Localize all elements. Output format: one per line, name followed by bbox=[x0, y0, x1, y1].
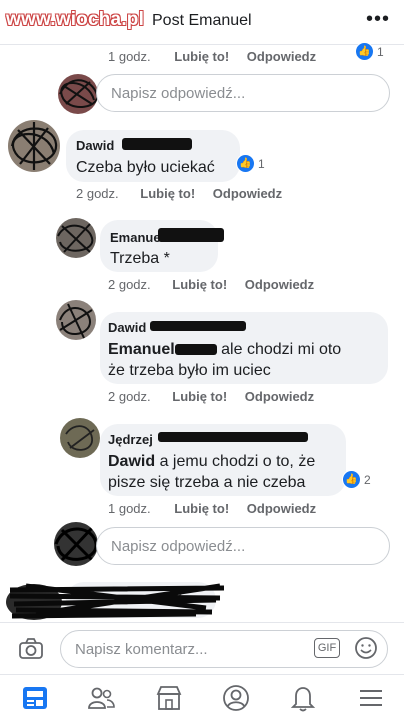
marketplace-icon[interactable] bbox=[154, 683, 184, 713]
camera-icon[interactable] bbox=[18, 637, 44, 661]
emoji-icon[interactable] bbox=[354, 636, 378, 660]
comment-author[interactable]: Dawid bbox=[108, 320, 146, 335]
comment-meta: 2 godz. Lubię to! Odpowiedz bbox=[108, 389, 314, 404]
reaction-number: 1 bbox=[258, 156, 265, 171]
comment-text: Dawid a jemu chodzi o to, że bbox=[108, 451, 315, 472]
comment-author[interactable]: Emanuel bbox=[110, 230, 164, 245]
avatar bbox=[60, 418, 100, 458]
like-link[interactable]: Lubię to! bbox=[174, 501, 229, 516]
comment-text-line: ale chodzi mi oto bbox=[221, 341, 342, 358]
reply-link[interactable]: Odpowiedz bbox=[213, 186, 282, 201]
redacted-comment: zyk bbox=[6, 580, 228, 620]
bottom-tab-bar bbox=[0, 674, 404, 721]
comment-text: Emanuel ale chodzi mi oto bbox=[108, 339, 341, 360]
comment-text-line: że trzeba było im uciec bbox=[108, 362, 271, 379]
gif-icon[interactable]: GIF bbox=[314, 638, 340, 658]
avatar bbox=[58, 74, 98, 114]
comment-input-placeholder: Napisz komentarz... bbox=[75, 640, 208, 658]
timestamp: 1 godz. bbox=[108, 501, 151, 516]
redaction-bar bbox=[158, 228, 224, 242]
top-bar: www.wiocha.pl Post Emanuel ••• bbox=[0, 0, 404, 45]
comment-text: Czeba było uciekać bbox=[76, 159, 215, 176]
reaction-count: 👍 1 bbox=[236, 154, 265, 173]
reply-input[interactable]: Napisz odpowiedź... bbox=[96, 74, 390, 112]
comment-author[interactable]: Dawid bbox=[76, 138, 114, 153]
reaction-count: 👍 2 bbox=[342, 470, 371, 489]
scribble-redaction bbox=[65, 425, 95, 451]
comment-bubble: Dawid Czeba było uciekać bbox=[66, 130, 240, 182]
menu-icon[interactable] bbox=[356, 683, 386, 713]
mention[interactable]: Emanuel bbox=[108, 341, 175, 358]
reply-link[interactable]: Odpowiedz bbox=[245, 389, 314, 404]
reply-input[interactable]: Napisz odpowiedź... bbox=[96, 527, 390, 565]
friends-icon[interactable] bbox=[86, 683, 116, 713]
timestamp: 2 godz. bbox=[108, 277, 151, 292]
like-link[interactable]: Lubię to! bbox=[172, 389, 227, 404]
avatar bbox=[56, 300, 96, 340]
comment-meta: 1 godz. Lubię to! Odpowiedz bbox=[108, 49, 316, 64]
scribble-redaction bbox=[9, 583, 225, 619]
like-reaction-icon: 👍 bbox=[355, 42, 374, 61]
scribble-redaction bbox=[57, 223, 94, 253]
redaction-bar bbox=[150, 321, 246, 331]
avatar bbox=[56, 218, 96, 258]
timestamp: 1 godz. bbox=[108, 49, 151, 64]
comment-text-line: a jemu chodzi o to, że bbox=[159, 453, 316, 470]
comment-meta: 2 godz. Lubię to! Odpowiedz bbox=[108, 277, 314, 292]
comment-meta: 2 godz. Lubię to! Odpowiedz bbox=[76, 186, 282, 201]
scribble-redaction bbox=[59, 303, 93, 339]
reaction-count: 👍 1 bbox=[355, 42, 384, 61]
redaction-bar bbox=[174, 344, 217, 356]
comment-meta: 1 godz. Lubię to! Odpowiedz bbox=[108, 501, 316, 516]
avatar bbox=[8, 120, 60, 172]
reply-link[interactable]: Odpowiedz bbox=[247, 49, 316, 64]
reaction-number: 1 bbox=[377, 44, 384, 59]
comment-text-line: pisze się trzeba a nie czeba bbox=[108, 474, 306, 491]
news-feed-icon[interactable] bbox=[20, 683, 50, 713]
timestamp: 2 godz. bbox=[76, 186, 119, 201]
like-reaction-icon: 👍 bbox=[236, 154, 255, 173]
avatar bbox=[54, 522, 98, 566]
reply-link[interactable]: Odpowiedz bbox=[247, 501, 316, 516]
comment-bubble: Jędrzej Dawid a jemu chodzi o to, że pis… bbox=[100, 424, 346, 496]
redaction-bar bbox=[158, 432, 308, 442]
notifications-icon[interactable] bbox=[288, 683, 318, 713]
mention[interactable]: Dawid bbox=[108, 453, 155, 470]
comment-bubble: Emanuel Trzeba * bbox=[100, 220, 224, 272]
like-link[interactable]: Lubię to! bbox=[140, 186, 195, 201]
scribble-redaction bbox=[54, 526, 98, 562]
comment-text: Trzeba * bbox=[110, 250, 170, 267]
like-reaction-icon: 👍 bbox=[342, 470, 361, 489]
like-link[interactable]: Lubię to! bbox=[172, 277, 227, 292]
profile-icon[interactable] bbox=[221, 683, 251, 713]
page-title: Post Emanuel bbox=[152, 12, 252, 29]
reaction-number: 2 bbox=[364, 472, 371, 487]
scribble-redaction bbox=[10, 122, 58, 170]
more-options-button[interactable]: ••• bbox=[366, 8, 390, 31]
reply-link[interactable]: Odpowiedz bbox=[245, 277, 314, 292]
comment-composer: Napisz komentarz... GIF bbox=[0, 622, 404, 675]
redaction-bar bbox=[122, 138, 192, 150]
comment-author[interactable]: Jędrzej bbox=[108, 432, 153, 447]
like-link[interactable]: Lubię to! bbox=[174, 49, 229, 64]
timestamp: 2 godz. bbox=[108, 389, 151, 404]
comment-bubble: Dawid Emanuel ale chodzi mi oto że trzeb… bbox=[100, 312, 388, 384]
watermark: www.wiocha.pl bbox=[6, 9, 145, 30]
scribble-redaction bbox=[59, 79, 98, 109]
